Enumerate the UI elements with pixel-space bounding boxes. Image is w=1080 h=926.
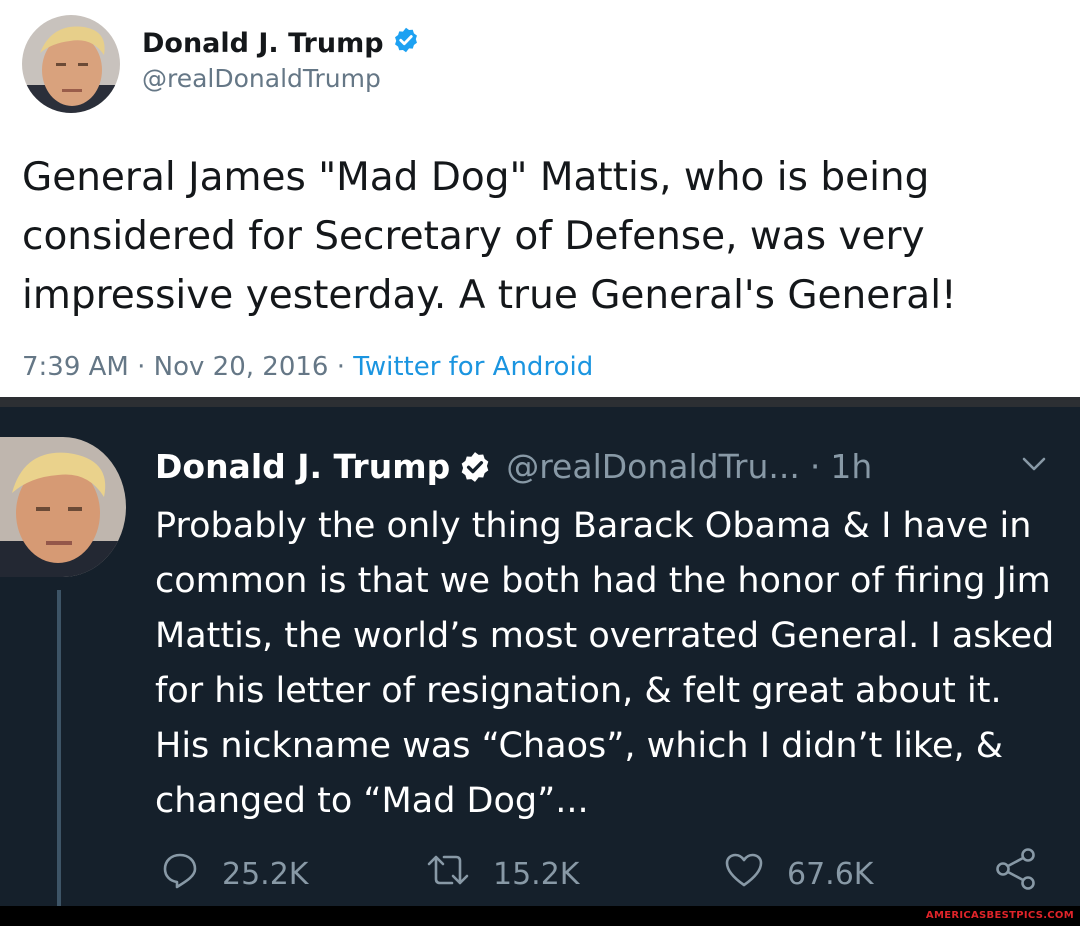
tweet-actions: 25.2K 15.2K 67.6K [155,848,1055,900]
tweet-meta: 7:39 AM · Nov 20, 2016 · Twitter for And… [22,352,593,382]
author-handle[interactable]: @realDonaldTrump [142,64,381,93]
timestamp[interactable]: 7:39 AM · Nov 20, 2016 · [22,352,353,382]
verified-badge-icon [458,450,492,484]
tweet-top: Donald J. Trump @realDonaldTrump General… [0,0,1080,397]
tweet-age[interactable]: 1h [830,447,872,486]
avatar[interactable] [22,15,120,113]
thread-line [57,590,61,906]
share-button[interactable] [993,846,1039,900]
watermark-bar: AMERICASBESTPICS.COM [0,906,1080,926]
tweet-text: General James "Mad Dog" Mattis, who is b… [22,155,957,318]
watermark: AMERICASBESTPICS.COM [925,910,1074,921]
verified-badge-icon [392,26,420,61]
retweet-count: 15.2K [493,856,580,892]
like-button[interactable]: 67.6K [723,850,873,898]
author-name[interactable]: Donald J. Trump [155,447,450,486]
divider [0,397,1080,407]
author-handle[interactable]: @realDonaldTru... [506,447,800,486]
retweet-icon [425,850,471,898]
reply-icon [160,850,200,898]
separator: · [809,447,821,486]
avatar[interactable] [0,437,126,577]
source-link[interactable]: Twitter for Android [353,352,593,382]
retweet-button[interactable]: 15.2K [425,850,579,898]
tweet-text: Probably the only thing Barack Obama & I… [155,506,1055,821]
reply-count: 25.2K [222,856,309,892]
chevron-down-icon[interactable] [1020,452,1048,476]
heart-icon [723,850,765,898]
author-name-text: Donald J. Trump [142,28,384,59]
author-name[interactable]: Donald J. Trump [142,26,420,61]
tweet-bottom: Donald J. Trump @realDonaldTru... · 1h P… [0,407,1080,906]
share-icon [993,846,1039,900]
reply-button[interactable]: 25.2K [160,850,308,898]
like-count: 67.6K [787,856,874,892]
tweet-header: Donald J. Trump @realDonaldTru... · 1h [155,447,872,486]
